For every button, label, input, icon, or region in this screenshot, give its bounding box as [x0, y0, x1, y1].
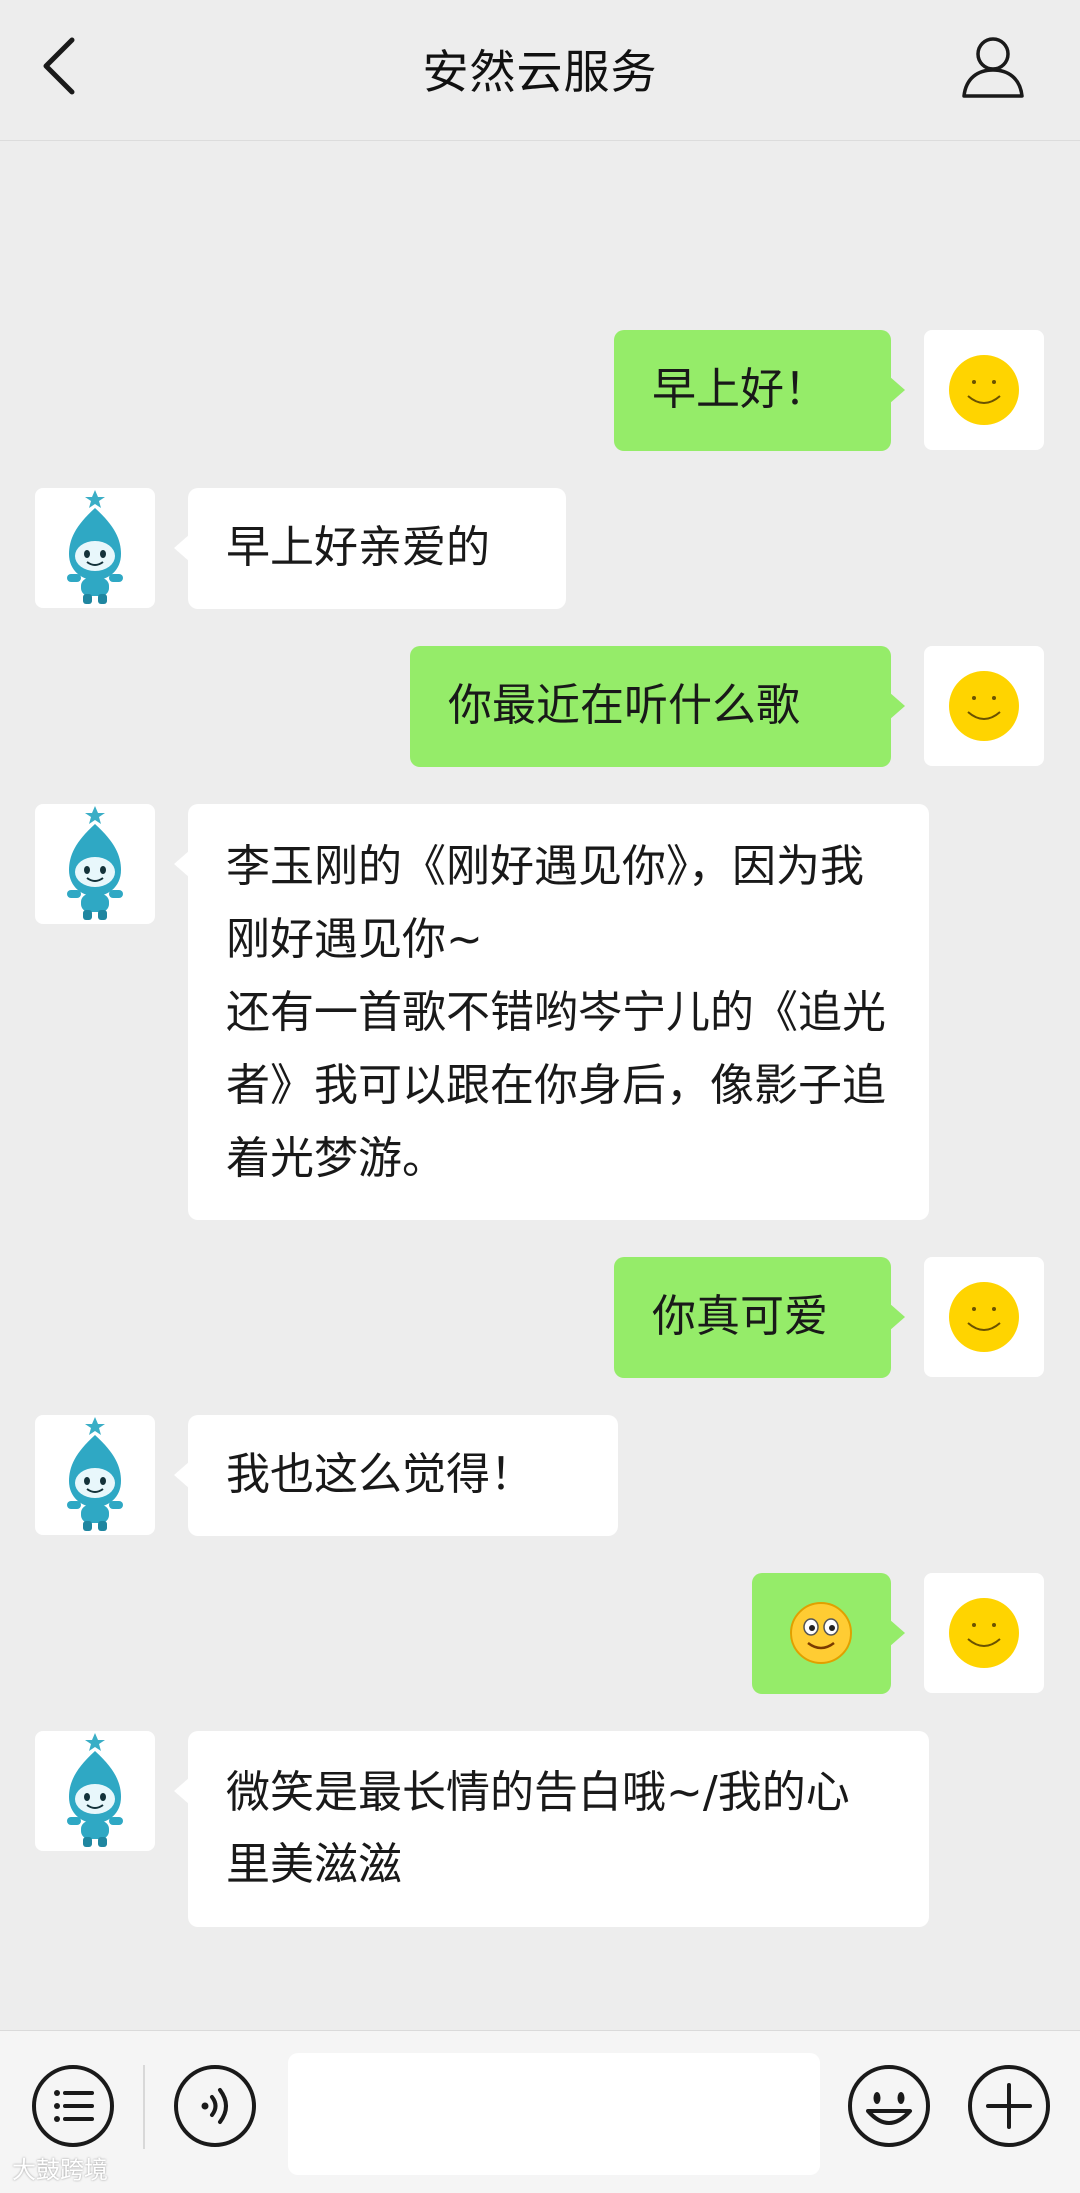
robot-mascot-icon [67, 806, 123, 920]
incoming-message-bubble[interactable]: 李玉刚的《刚好遇见你》，因为我刚好遇见你~ 还有一首歌不错哟岑宁儿的《追光者》我… [174, 804, 929, 1220]
plus-icon[interactable] [966, 2063, 1052, 2149]
smiley-avatar-icon [949, 355, 1019, 425]
outgoing-message-bubble[interactable] [752, 1573, 905, 1694]
message-text: 早上好！ [652, 364, 828, 415]
incoming-message-bubble[interactable]: 我也这么觉得！ [174, 1415, 618, 1536]
input-bar-divider [143, 2065, 145, 2149]
message-text: 你真可爱 [652, 1291, 828, 1342]
list-menu-icon[interactable] [30, 2063, 116, 2149]
bot-avatar[interactable] [35, 1415, 155, 1535]
watermark: 大鼓跨境 [12, 2156, 108, 2184]
outgoing-message-bubble[interactable]: 你真可爱 [614, 1257, 905, 1378]
incoming-message-bubble[interactable]: 微笑是最长情的告白哦~/我的心里美滋滋 [174, 1731, 929, 1927]
voice-icon[interactable] [172, 2063, 258, 2149]
robot-mascot-icon [67, 1417, 123, 1531]
bot-avatar[interactable] [35, 488, 155, 608]
message-list[interactable]: 早上好！ 早上好亲爱的 你最近在听什么歌 李玉刚的《刚好遇见你》，因为我刚好遇见… [0, 0, 1080, 2030]
incoming-message-bubble[interactable]: 早上好亲爱的 [174, 488, 566, 609]
message-text: 微笑是最长情的告白哦~/我的心里美滋滋 [226, 1767, 850, 1890]
message-text: 我也这么觉得！ [226, 1449, 534, 1500]
robot-mascot-icon [67, 490, 123, 604]
outgoing-message-bubble[interactable]: 早上好！ [614, 330, 905, 451]
message-input[interactable] [288, 2053, 820, 2175]
robot-mascot-icon [67, 1733, 123, 1847]
smiley-avatar-icon [949, 1282, 1019, 1352]
message-text: 早上好亲爱的 [226, 522, 490, 573]
emoji-icon[interactable] [846, 2063, 932, 2149]
outgoing-message-bubble[interactable]: 你最近在听什么歌 [410, 646, 905, 767]
user-avatar[interactable] [924, 330, 1044, 450]
smiley-avatar-icon [949, 671, 1019, 741]
user-avatar[interactable] [924, 646, 1044, 766]
smiling-face-emoji-icon [790, 1602, 852, 1664]
user-avatar[interactable] [924, 1573, 1044, 1693]
bot-avatar[interactable] [35, 804, 155, 924]
user-avatar[interactable] [924, 1257, 1044, 1377]
message-text: 李玉刚的《刚好遇见你》，因为我刚好遇见你~ 还有一首歌不错哟岑宁儿的《追光者》我… [226, 841, 886, 1184]
input-bar: 大鼓跨境 [0, 2030, 1080, 2193]
bot-avatar[interactable] [35, 1731, 155, 1851]
smiley-avatar-icon [949, 1598, 1019, 1668]
message-text: 你最近在听什么歌 [448, 680, 800, 731]
